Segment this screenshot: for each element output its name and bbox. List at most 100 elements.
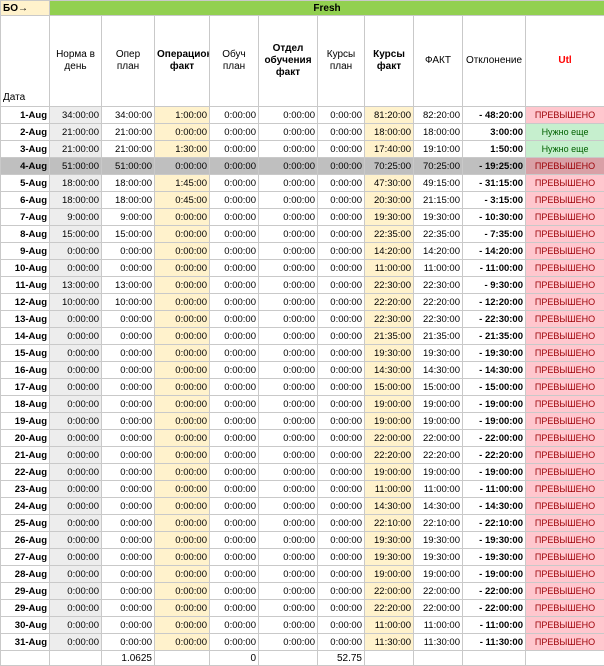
kursy-plan-cell[interactable]: 0:00:00 [318,583,365,600]
date-cell[interactable]: 7-Aug [1,209,50,226]
oper-fact-cell[interactable]: 0:00:00 [155,413,210,430]
kursy-plan-cell[interactable]: 0:00:00 [318,260,365,277]
kursy-plan-cell[interactable]: 0:00:00 [318,549,365,566]
table-row[interactable]: 11-Aug13:00:0013:00:000:00:000:00:000:00… [1,277,604,294]
header-fact[interactable]: ФАКТ [414,16,463,107]
norm-cell[interactable]: 0:00:00 [50,345,102,362]
otdel-fact-cell[interactable]: 0:00:00 [259,362,318,379]
obuch-plan-cell[interactable]: 0:00:00 [210,107,259,124]
norm-cell[interactable]: 0:00:00 [50,583,102,600]
status-cell[interactable]: ПРЕВЫШЕНО [526,515,604,532]
kursy-fact-cell[interactable]: 11:00:00 [365,617,414,634]
status-cell[interactable]: ПРЕВЫШЕНО [526,277,604,294]
kursy-plan-cell[interactable]: 0:00:00 [318,413,365,430]
obuch-plan-cell[interactable]: 0:00:00 [210,447,259,464]
status-cell[interactable]: ПРЕВЫШЕНО [526,600,604,617]
obuch-plan-cell[interactable]: 0:00:00 [210,345,259,362]
status-cell[interactable]: ПРЕВЫШЕНО [526,328,604,345]
norm-cell[interactable]: 15:00:00 [50,226,102,243]
otdel-fact-cell[interactable]: 0:00:00 [259,192,318,209]
deviation-cell[interactable]: - 11:30:00 [463,634,526,651]
norm-cell[interactable]: 0:00:00 [50,566,102,583]
table-row[interactable]: 28-Aug0:00:000:00:000:00:000:00:000:00:0… [1,566,604,583]
kursy-fact-cell[interactable]: 47:30:00 [365,175,414,192]
status-cell[interactable]: ПРЕВЫШЕНО [526,430,604,447]
fact-cell[interactable]: 14:30:00 [414,498,463,515]
kursy-fact-cell[interactable]: 22:20:00 [365,600,414,617]
oper-plan-cell[interactable]: 0:00:00 [102,311,155,328]
status-cell[interactable]: ПРЕВЫШЕНО [526,549,604,566]
fact-cell[interactable]: 19:00:00 [414,566,463,583]
table-row[interactable]: 5-Aug18:00:0018:00:001:45:000:00:000:00:… [1,175,604,192]
obuch-plan-cell[interactable]: 0:00:00 [210,481,259,498]
total-cell[interactable]: 1.0625 [102,651,155,666]
status-cell[interactable]: ПРЕВЫШЕНО [526,379,604,396]
kursy-fact-cell[interactable]: 11:00:00 [365,481,414,498]
fact-cell[interactable]: 22:00:00 [414,583,463,600]
obuch-plan-cell[interactable]: 0:00:00 [210,294,259,311]
obuch-plan-cell[interactable]: 0:00:00 [210,277,259,294]
obuch-plan-cell[interactable]: 0:00:00 [210,566,259,583]
date-cell[interactable]: 10-Aug [1,260,50,277]
table-row[interactable]: 3-Aug21:00:0021:00:001:30:000:00:000:00:… [1,141,604,158]
fact-cell[interactable]: 11:30:00 [414,634,463,651]
otdel-fact-cell[interactable]: 0:00:00 [259,124,318,141]
deviation-cell[interactable]: - 22:20:00 [463,447,526,464]
norm-cell[interactable]: 0:00:00 [50,634,102,651]
oper-fact-cell[interactable]: 0:00:00 [155,515,210,532]
fact-cell[interactable]: 14:30:00 [414,362,463,379]
kursy-fact-cell[interactable]: 81:20:00 [365,107,414,124]
fact-cell[interactable]: 11:00:00 [414,260,463,277]
date-cell[interactable]: 18-Aug [1,396,50,413]
oper-plan-cell[interactable]: 0:00:00 [102,430,155,447]
table-row[interactable]: 14-Aug0:00:000:00:000:00:000:00:000:00:0… [1,328,604,345]
norm-cell[interactable]: 0:00:00 [50,413,102,430]
oper-plan-cell[interactable]: 0:00:00 [102,243,155,260]
table-row[interactable]: 8-Aug15:00:0015:00:000:00:000:00:000:00:… [1,226,604,243]
kursy-fact-cell[interactable]: 22:00:00 [365,430,414,447]
kursy-fact-cell[interactable]: 22:20:00 [365,447,414,464]
oper-fact-cell[interactable]: 0:00:00 [155,345,210,362]
table-row[interactable]: 13-Aug0:00:000:00:000:00:000:00:000:00:0… [1,311,604,328]
status-cell[interactable]: ПРЕВЫШЕНО [526,345,604,362]
table-row[interactable]: 24-Aug0:00:000:00:000:00:000:00:000:00:0… [1,498,604,515]
obuch-plan-cell[interactable]: 0:00:00 [210,549,259,566]
fact-cell[interactable]: 22:30:00 [414,311,463,328]
date-cell[interactable]: 9-Aug [1,243,50,260]
empty-cell[interactable] [414,651,463,666]
date-cell[interactable]: 28-Aug [1,566,50,583]
oper-plan-cell[interactable]: 0:00:00 [102,447,155,464]
date-cell[interactable]: 16-Aug [1,362,50,379]
oper-fact-cell[interactable]: 1:30:00 [155,141,210,158]
obuch-plan-cell[interactable]: 0:00:00 [210,158,259,175]
otdel-fact-cell[interactable]: 0:00:00 [259,294,318,311]
oper-fact-cell[interactable]: 0:00:00 [155,549,210,566]
fact-cell[interactable]: 19:30:00 [414,345,463,362]
oper-fact-cell[interactable]: 0:00:00 [155,464,210,481]
oper-plan-cell[interactable]: 9:00:00 [102,209,155,226]
table-row[interactable]: 10-Aug0:00:000:00:000:00:000:00:000:00:0… [1,260,604,277]
empty-cell[interactable] [526,651,604,666]
date-cell[interactable]: 13-Aug [1,311,50,328]
status-cell[interactable]: ПРЕВЫШЕНО [526,192,604,209]
oper-fact-cell[interactable]: 0:00:00 [155,498,210,515]
table-row[interactable]: 21-Aug0:00:000:00:000:00:000:00:000:00:0… [1,447,604,464]
empty-cell[interactable] [50,651,102,666]
norm-cell[interactable]: 0:00:00 [50,549,102,566]
norm-cell[interactable]: 9:00:00 [50,209,102,226]
obuch-plan-cell[interactable]: 0:00:00 [210,532,259,549]
date-cell[interactable]: 4-Aug [1,158,50,175]
date-cell[interactable]: 6-Aug [1,192,50,209]
deviation-cell[interactable]: - 14:30:00 [463,498,526,515]
obuch-plan-cell[interactable]: 0:00:00 [210,464,259,481]
deviation-cell[interactable]: - 14:20:00 [463,243,526,260]
status-cell[interactable]: ПРЕВЫШЕНО [526,566,604,583]
fact-cell[interactable]: 11:00:00 [414,617,463,634]
kursy-fact-cell[interactable]: 11:30:00 [365,634,414,651]
deviation-cell[interactable]: - 19:00:00 [463,396,526,413]
header-oper-plan[interactable]: Опер план [102,16,155,107]
fact-cell[interactable]: 15:00:00 [414,379,463,396]
table-row[interactable]: 20-Aug0:00:000:00:000:00:000:00:000:00:0… [1,430,604,447]
bo-cell[interactable]: БО→ [1,1,50,16]
fact-cell[interactable]: 19:00:00 [414,413,463,430]
